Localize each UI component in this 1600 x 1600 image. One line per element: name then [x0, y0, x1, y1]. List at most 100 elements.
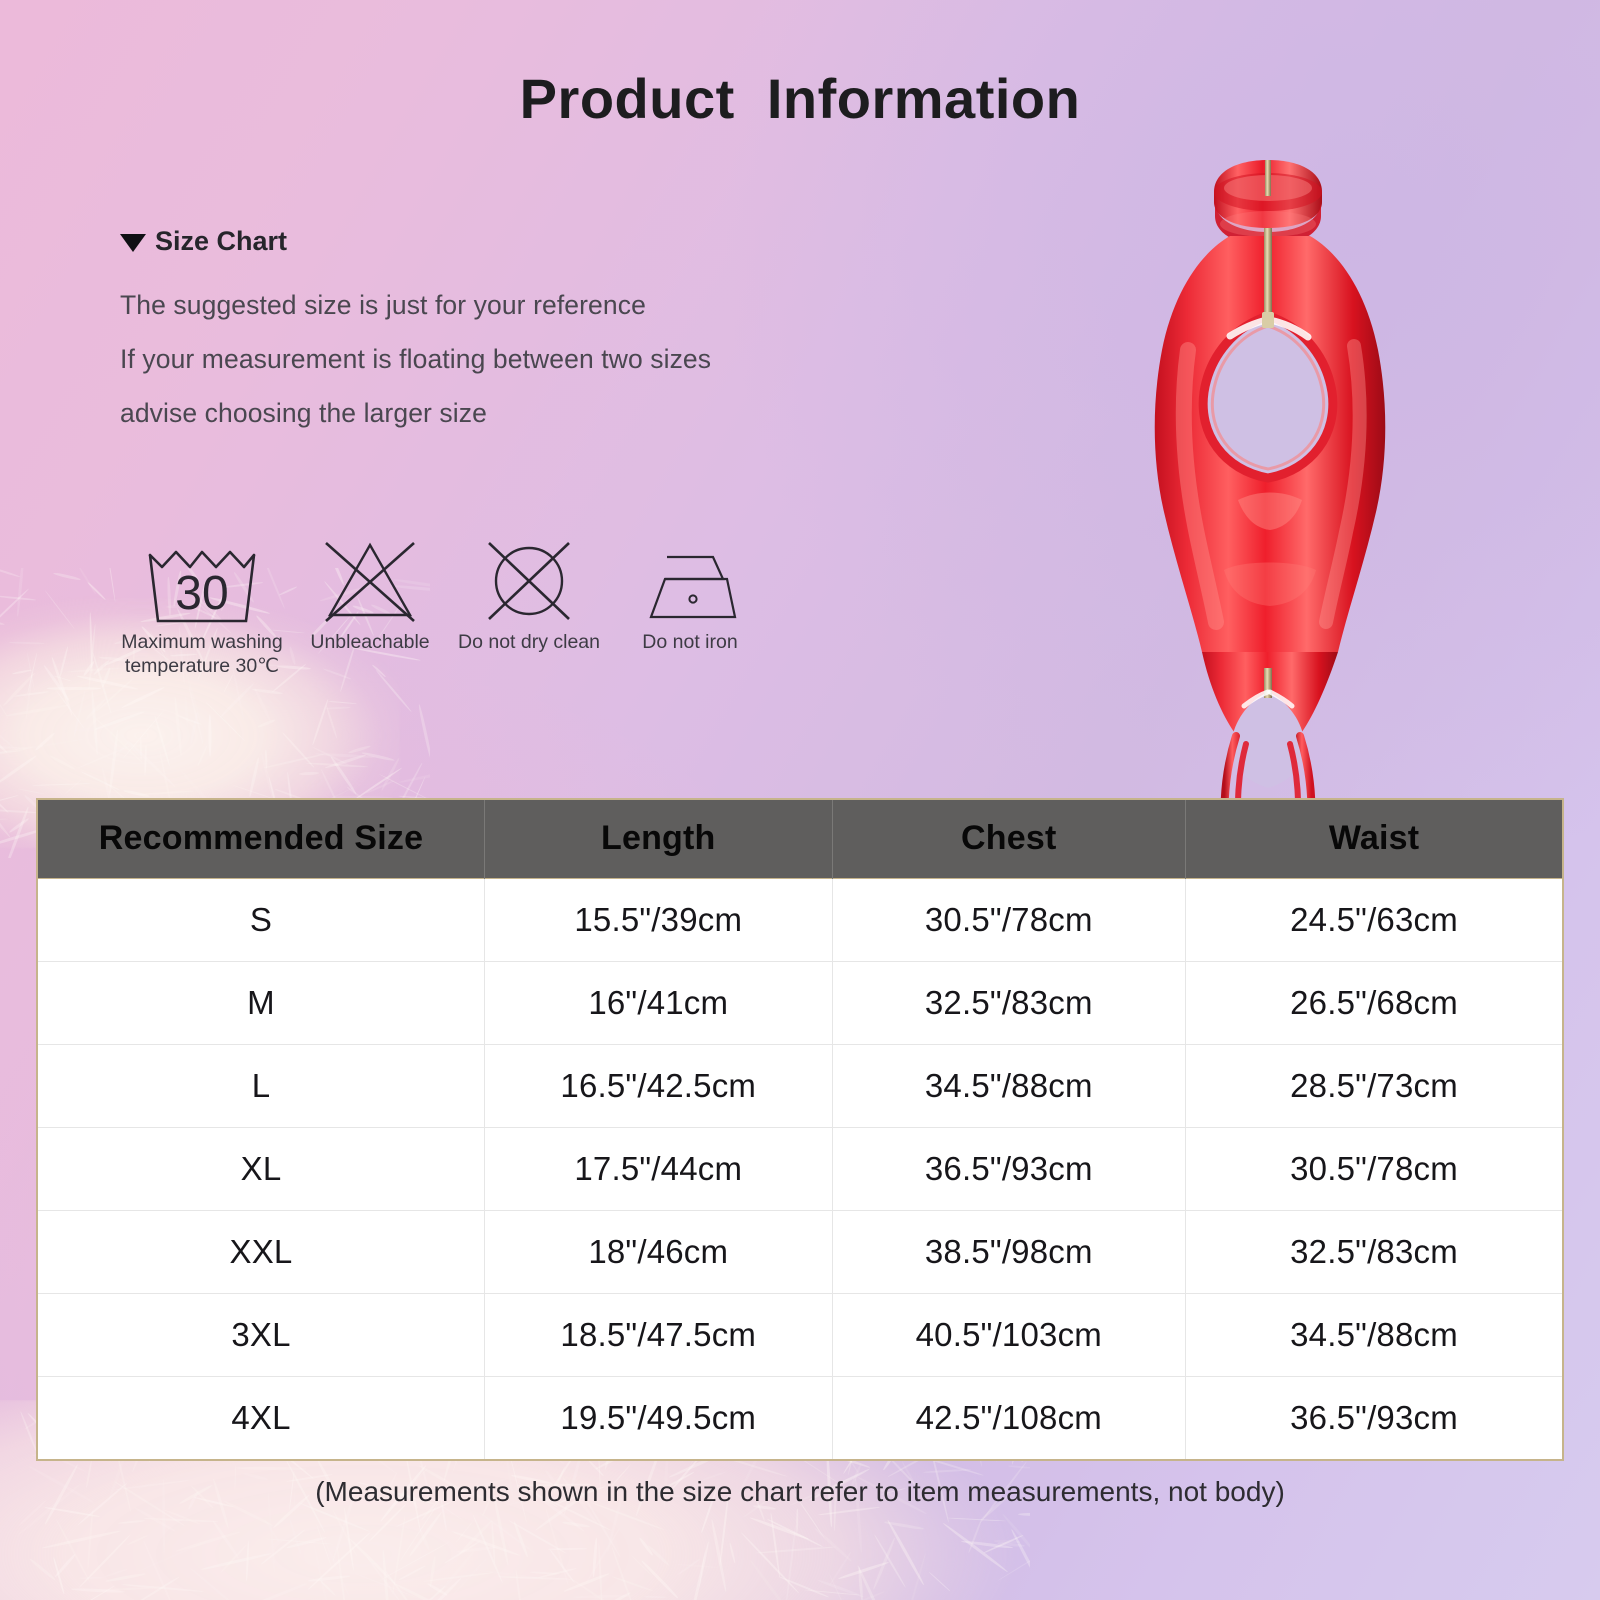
fur-strand: [779, 1576, 830, 1598]
fur-strand: [6, 704, 69, 717]
fur-strand: [53, 675, 72, 682]
fur-strand: [88, 624, 96, 690]
fur-strand: [343, 1508, 354, 1571]
size-note-3: advise choosing the larger size: [120, 398, 880, 429]
cell-size: M: [38, 961, 485, 1044]
cell-length: 15.5"/39cm: [485, 878, 832, 961]
fur-strand: [997, 1542, 1025, 1548]
cell-chest: 36.5"/93cm: [832, 1127, 1186, 1210]
fur-strand: [379, 1541, 450, 1581]
table-header-row: Recommended Size Length Chest Waist: [38, 800, 1562, 878]
no-iron-icon: [635, 535, 745, 627]
fur-strand: [348, 1537, 396, 1585]
fur-strand: [838, 1561, 889, 1580]
fur-strand: [419, 1528, 431, 1550]
fur-strand: [0, 745, 34, 755]
fur-strand: [399, 1565, 426, 1580]
fur-strand: [813, 1527, 852, 1563]
cell-waist: 28.5"/73cm: [1186, 1044, 1562, 1127]
fur-strand: [253, 687, 271, 722]
product-photo: [1118, 140, 1418, 800]
fur-strand: [380, 758, 400, 792]
fur-strand: [392, 1516, 406, 1595]
cell-chest: 30.5"/78cm: [832, 878, 1186, 961]
cell-size: 3XL: [38, 1293, 485, 1376]
fur-strand: [853, 1590, 885, 1600]
fur-strand: [308, 1574, 350, 1581]
fur-strand: [0, 721, 8, 753]
fur-strand: [89, 612, 93, 674]
fur-strand: [18, 788, 45, 794]
fur-strand: [361, 751, 394, 762]
fur-strand: [26, 652, 35, 691]
fur-strand: [127, 1535, 149, 1547]
size-chart-table: Recommended Size Length Chest Waist S 15.…: [38, 800, 1562, 1459]
column-header-length: Length: [485, 800, 832, 878]
table-row: 3XL 18.5"/47.5cm 40.5"/103cm 34.5"/88cm: [38, 1293, 1562, 1376]
fur-strand: [85, 698, 107, 721]
fur-strand: [328, 701, 357, 705]
column-header-recommended-size: Recommended Size: [38, 800, 485, 878]
fur-strand: [438, 1550, 475, 1594]
fur-strand: [245, 1540, 249, 1581]
cell-chest: 42.5"/108cm: [832, 1376, 1186, 1459]
fur-strand: [92, 715, 143, 764]
fur-strand: [444, 1540, 482, 1565]
fur-strand: [418, 704, 430, 762]
fur-strand: [1018, 1513, 1030, 1517]
fur-strand: [429, 1556, 436, 1587]
fur-strand: [750, 1559, 795, 1600]
product-information-page: Product Information Size Chart The sugge…: [0, 0, 1600, 1600]
fur-strand: [513, 1521, 529, 1558]
fur-strand: [435, 1583, 457, 1591]
fur-strand: [0, 588, 30, 635]
cell-waist: 34.5"/88cm: [1186, 1293, 1562, 1376]
fur-strand: [677, 1563, 719, 1568]
size-chart-table-container: Recommended Size Length Chest Waist S 15.…: [36, 798, 1564, 1461]
fur-strand: [382, 1549, 390, 1600]
cell-length: 18.5"/47.5cm: [485, 1293, 832, 1376]
fur-strand: [43, 665, 71, 702]
fur-strand: [122, 710, 165, 760]
fur-strand: [0, 745, 27, 749]
fur-strand: [458, 1520, 492, 1556]
fur-strand: [3, 806, 29, 858]
fur-strand: [50, 657, 73, 717]
fur-strand: [312, 1539, 332, 1600]
care-item-washing: 30 Maximum washing temperature 30℃: [112, 535, 292, 679]
fur-strand: [943, 1522, 1009, 1573]
fur-strand: [326, 707, 351, 710]
fur-strand: [55, 1519, 91, 1584]
fur-strand: [73, 690, 87, 738]
fur-strand: [348, 745, 371, 754]
fur-strand: [947, 1517, 1006, 1522]
fur-strand: [54, 1553, 76, 1577]
fur-strand: [569, 1577, 634, 1600]
fur-strand: [138, 1537, 215, 1572]
fur-strand: [175, 1530, 241, 1553]
fur-strand: [90, 690, 98, 755]
fur-strand: [0, 795, 19, 805]
fur-strand: [324, 754, 366, 770]
fur-strand: [961, 1540, 1013, 1549]
care-label-dry-clean: Do not dry clean: [458, 631, 600, 655]
caret-down-icon: [120, 234, 146, 252]
fur-strand: [121, 1583, 204, 1592]
fur-strand: [27, 653, 38, 695]
fur-strand: [710, 1519, 727, 1592]
fur-strand: [299, 771, 319, 775]
fur-strand: [0, 754, 37, 786]
fur-strand: [606, 1592, 632, 1600]
fur-strand: [133, 1506, 176, 1533]
fur-strand: [903, 1552, 927, 1600]
fur-strand: [1020, 1585, 1030, 1600]
fur-strand: [212, 1519, 240, 1558]
fur-strand: [562, 1521, 591, 1528]
fur-strand: [325, 705, 338, 739]
fur-strand: [101, 667, 112, 687]
fur-strand: [785, 1525, 797, 1600]
cell-size: 4XL: [38, 1376, 485, 1459]
fur-strand: [144, 1517, 218, 1522]
cell-chest: 32.5"/83cm: [832, 961, 1186, 1044]
cell-length: 16"/41cm: [485, 961, 832, 1044]
